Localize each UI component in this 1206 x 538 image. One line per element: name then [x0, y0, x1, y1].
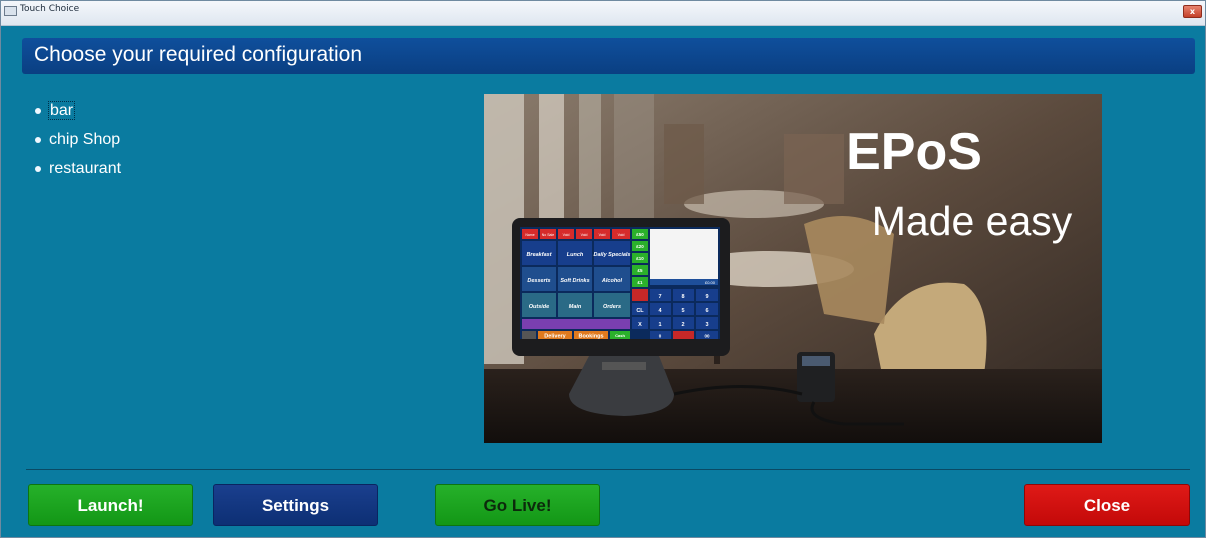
launch-button[interactable]: Launch!	[28, 484, 193, 526]
screen-menu-item: Desserts	[527, 278, 550, 284]
screen-menu-item: Soft Drinks	[560, 278, 589, 284]
screen-footer-delivery: Delivery	[544, 334, 566, 340]
config-item-restaurant[interactable]: restaurant	[35, 159, 121, 188]
footer-divider	[26, 469, 1190, 470]
config-item-bar[interactable]: bar	[35, 101, 121, 130]
config-item-label: bar	[47, 101, 76, 120]
screen-menu-item: Breakfast	[526, 252, 552, 258]
keypad-key: 2	[681, 322, 684, 328]
keypad-key: 5	[681, 308, 684, 314]
page-header: Choose your required configuration	[22, 38, 1195, 74]
keypad-key: 9	[705, 294, 708, 300]
close-button[interactable]: Close	[1024, 484, 1190, 526]
screen-header-cell: No Sale	[542, 233, 555, 237]
side-key-clear: CL	[636, 308, 644, 314]
screen-menu-item: Main	[569, 304, 582, 310]
keypad-key: 1	[658, 322, 661, 328]
keypad-key: 3	[705, 322, 708, 328]
screen-header-cell: Void	[581, 233, 588, 237]
promo-headline: EPoS	[846, 123, 982, 181]
config-item-chip-shop[interactable]: chip Shop	[35, 130, 121, 159]
page-title: Choose your required configuration	[34, 43, 363, 66]
keypad-key: 00	[704, 334, 710, 339]
keypad-key: 8	[681, 294, 684, 300]
window-title: Touch Choice	[20, 4, 80, 14]
config-item-label: restaurant	[49, 160, 122, 177]
config-item-label: chip Shop	[49, 131, 121, 148]
bullet-icon	[35, 166, 41, 172]
window-close-button[interactable]: x	[1183, 5, 1202, 18]
configuration-list: bar chip Shop restaurant	[35, 101, 121, 188]
epos-promo-image: Name No Sale Void Void Void Void Breakfa…	[484, 94, 1102, 443]
screen-footer-bookings: Bookings	[578, 334, 603, 340]
screen-menu-item: Daily Specials	[594, 252, 631, 258]
side-key-multiply: X	[638, 322, 642, 328]
screen-footer-cash: Cash	[615, 333, 625, 338]
cash-key: £1	[637, 280, 643, 285]
app-icon	[4, 6, 17, 16]
bullet-icon	[35, 108, 41, 114]
screen-menu-item: Lunch	[567, 252, 584, 258]
go-live-button[interactable]: Go Live!	[435, 484, 600, 526]
settings-button[interactable]: Settings	[213, 484, 378, 526]
cash-key: £10	[636, 256, 644, 261]
cash-key: £20	[636, 244, 644, 249]
screen-menu-item: Alcohol	[601, 278, 623, 284]
title-bar: Touch Choice x	[1, 1, 1205, 26]
screen-header-cell: Void	[599, 233, 606, 237]
screen-header-cell: Void	[618, 233, 625, 237]
keypad-key: 6	[705, 308, 708, 314]
keypad-key: 7	[658, 294, 661, 300]
screen-menu-item: Outside	[529, 304, 549, 310]
promo-tagline: Made easy	[872, 198, 1073, 244]
screen-menu-item: Orders	[603, 304, 621, 310]
bullet-icon	[35, 137, 41, 143]
screen-header-cell: Name	[525, 233, 534, 237]
screen-header-cell: Void	[563, 233, 570, 237]
display-total: £0.00	[705, 280, 716, 285]
promo-illustration: Name No Sale Void Void Void Void Breakfa…	[484, 94, 1102, 443]
cash-key: £50	[636, 232, 644, 237]
app-window: Touch Choice x Choose your required conf…	[0, 0, 1206, 538]
cash-key: £5	[637, 268, 643, 273]
